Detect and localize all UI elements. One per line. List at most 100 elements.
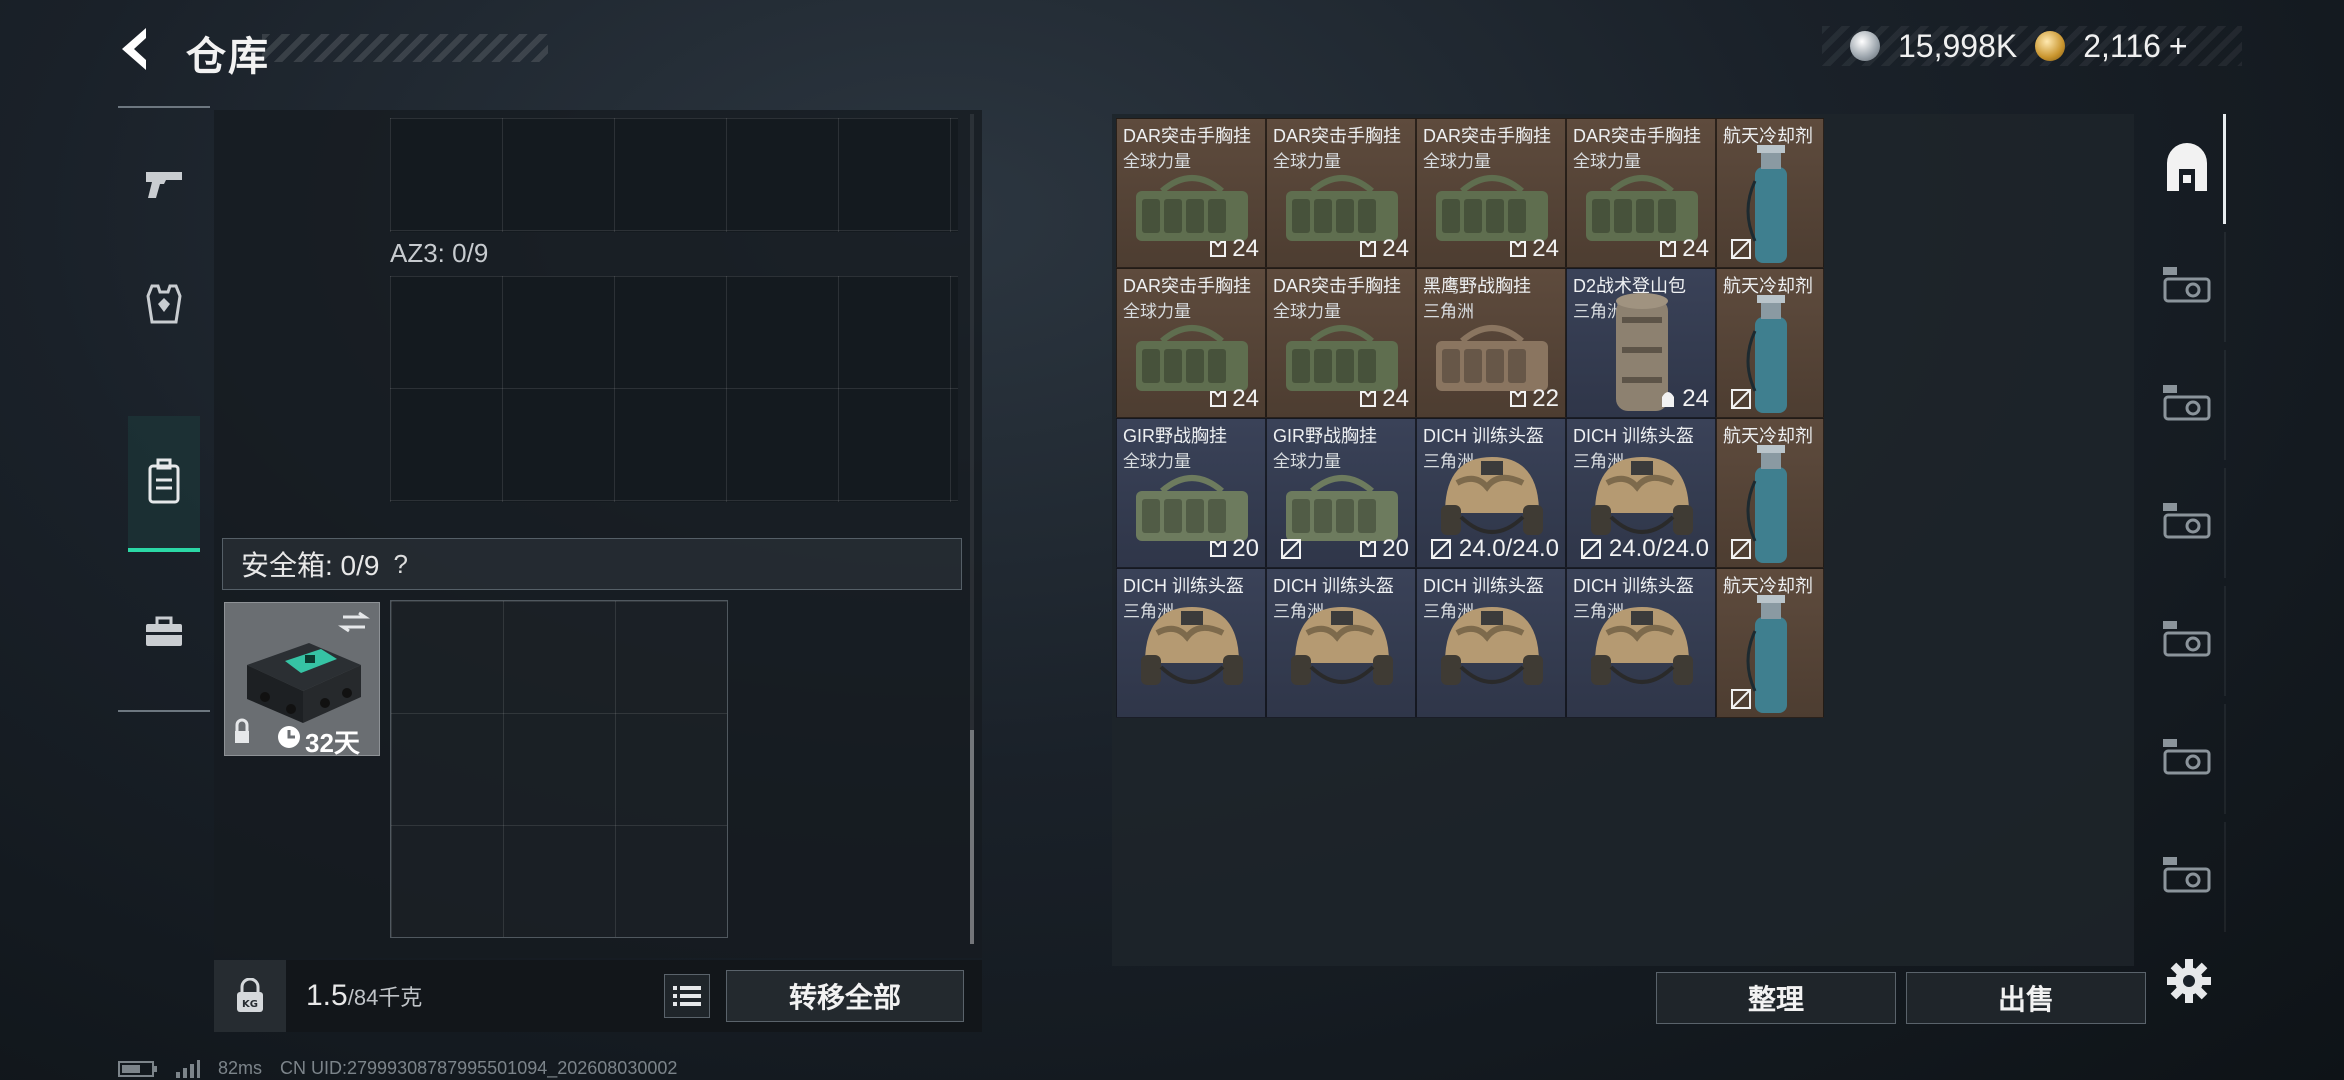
bound-icon bbox=[1662, 392, 1675, 407]
svg-text:KG: KG bbox=[242, 999, 258, 1010]
battery-icon bbox=[118, 1060, 157, 1077]
weight-lock-icon[interactable]: KG bbox=[214, 960, 286, 1032]
inventory-item[interactable]: DAR突击手胸挂 全球力量 24 bbox=[1116, 268, 1266, 418]
item-stat-value: 24 bbox=[1382, 235, 1409, 262]
capacity-icon bbox=[1510, 391, 1527, 407]
capacity-icon bbox=[1360, 541, 1377, 557]
item-stat-value: 20 bbox=[1232, 535, 1259, 562]
safe-box-grid[interactable] bbox=[390, 600, 728, 938]
back-button[interactable] bbox=[112, 22, 160, 76]
item-name: DAR突击手胸挂 bbox=[1423, 126, 1552, 146]
item-stat: 24.0/24.0 bbox=[1459, 535, 1559, 563]
category-V[interactable] bbox=[2150, 350, 2226, 460]
sort-button[interactable]: 整理 bbox=[1656, 972, 1896, 1024]
nav-backpack[interactable] bbox=[128, 416, 200, 552]
signal-icon bbox=[176, 1059, 200, 1078]
inventory-item[interactable]: DAR突击手胸挂 全球力量 24 bbox=[1566, 118, 1716, 268]
item-name: DAR突击手胸挂 bbox=[1273, 126, 1402, 146]
nav-armor[interactable] bbox=[128, 268, 200, 340]
inventory-item[interactable]: DICH 训练头盔 三角洲 bbox=[1116, 568, 1266, 718]
sell-button[interactable]: 出售 bbox=[1906, 972, 2146, 1024]
item-stat: 24 bbox=[1208, 235, 1259, 263]
inventory-item[interactable]: 航天冷却剂 bbox=[1716, 418, 1824, 568]
item-name: DAR突击手胸挂 bbox=[1573, 126, 1702, 146]
item-name: GIR野战胸挂 bbox=[1273, 426, 1378, 446]
gold-amount: 2,116 bbox=[2083, 27, 2161, 64]
item-stat: 24.0/24.0 bbox=[1609, 535, 1709, 563]
helmet-icon bbox=[1141, 607, 1243, 685]
item-stat: 20 bbox=[1208, 535, 1259, 563]
item-stat-value: 22 bbox=[1532, 385, 1559, 412]
item-name: 黑鹰野战胸挂 bbox=[1423, 276, 1531, 296]
transfer-all-button[interactable]: 转移全部 bbox=[726, 970, 964, 1022]
add-currency-button[interactable]: + bbox=[2169, 28, 2188, 65]
item-stat-value: 24.0/24.0 bbox=[1608, 535, 1709, 562]
item-stat-value: 24 bbox=[1532, 235, 1559, 262]
nav-case[interactable] bbox=[128, 596, 200, 668]
category-IV-2[interactable] bbox=[2150, 586, 2226, 696]
inventory-item[interactable]: DAR突击手胸挂 全球力量 24 bbox=[1116, 118, 1266, 268]
item-image bbox=[1427, 593, 1557, 708]
category-all[interactable] bbox=[2150, 114, 2226, 224]
weight-bar: KG 1.5/84千克 转移全部 bbox=[214, 960, 982, 1032]
safe-box-item[interactable]: 32天 bbox=[224, 602, 380, 758]
inventory-item[interactable]: 黑鹰野战胸挂 三角洲 22 bbox=[1416, 268, 1566, 418]
category-III-2[interactable] bbox=[2150, 704, 2226, 814]
armor-tier-icon bbox=[2163, 385, 2211, 421]
inventory-item[interactable]: GIR野战胸挂 全球力量 20 bbox=[1266, 418, 1416, 568]
capacity-icon bbox=[1360, 391, 1377, 407]
left-scroll-thumb[interactable] bbox=[970, 730, 974, 944]
inventory-item[interactable]: DICH 训练头盔 三角洲 bbox=[1266, 568, 1416, 718]
inventory-item[interactable]: DICH 训练头盔 三角洲 24.0/24.0 bbox=[1416, 418, 1566, 568]
item-name: DAR突击手胸挂 bbox=[1123, 276, 1252, 296]
settings-button[interactable] bbox=[2164, 956, 2214, 1006]
item-stat-value: 24 bbox=[1682, 235, 1709, 262]
helmet-icon bbox=[1291, 607, 1393, 685]
gold-coin-icon bbox=[2035, 31, 2066, 61]
capacity-icon bbox=[1210, 391, 1227, 407]
az-container-label: AZ3: 0/9 bbox=[390, 238, 489, 268]
inventory-item[interactable]: DAR突击手胸挂 全球力量 24 bbox=[1266, 118, 1416, 268]
item-stat-value: 20 bbox=[1382, 535, 1409, 562]
no-trade-marker bbox=[1729, 687, 1753, 711]
inventory-grid: DAR突击手胸挂 全球力量 24 DAR突击手胸挂 全球力量 24 DAR突击手胸挂 全球… bbox=[1116, 118, 2130, 958]
nav-weapons[interactable] bbox=[128, 148, 200, 220]
left-category-nav bbox=[118, 106, 210, 712]
silver-amount: 15,998K bbox=[1898, 27, 2018, 64]
no-trade-marker bbox=[1729, 537, 1753, 561]
inventory-item[interactable]: DICH 训练头盔 三角洲 bbox=[1416, 568, 1566, 718]
safe-box-header: 安全箱: 0/9 ? bbox=[222, 538, 962, 590]
ping-text: 82ms bbox=[218, 1058, 263, 1078]
inventory-item[interactable]: DICH 训练头盔 三角洲 bbox=[1566, 568, 1716, 718]
no-trade-icon bbox=[1731, 389, 1751, 409]
inventory-item[interactable]: D2战术登山包 三角洲 24 bbox=[1566, 268, 1716, 418]
armor-tier-icon bbox=[2163, 739, 2211, 775]
item-stat-value: 24 bbox=[1232, 235, 1259, 262]
az-container-grid[interactable] bbox=[390, 276, 958, 502]
item-name: DAR突击手胸挂 bbox=[1273, 276, 1402, 296]
help-icon[interactable]: ? bbox=[393, 549, 407, 580]
inventory-item[interactable]: DICH 训练头盔 三角洲 24.0/24.0 bbox=[1566, 418, 1716, 568]
list-view-button[interactable] bbox=[664, 974, 710, 1018]
briefcase-icon bbox=[146, 616, 182, 646]
inventory-item[interactable]: 航天冷却剂 bbox=[1716, 118, 1824, 268]
item-stat: 22 bbox=[1508, 385, 1559, 413]
category-III-3[interactable] bbox=[2150, 822, 2226, 932]
category-III-1[interactable] bbox=[2150, 232, 2226, 342]
inventory-item[interactable]: DAR突击手胸挂 全球力量 24 bbox=[1266, 268, 1416, 418]
item-image bbox=[1127, 593, 1257, 708]
inventory-item[interactable]: GIR野战胸挂 全球力量 20 bbox=[1116, 418, 1266, 568]
no-trade-marker bbox=[1729, 387, 1753, 411]
no-trade-icon bbox=[1731, 689, 1751, 709]
category-IV-1[interactable] bbox=[2150, 468, 2226, 578]
no-trade-icon bbox=[1731, 539, 1751, 559]
item-name: GIR野战胸挂 bbox=[1123, 426, 1228, 446]
item-stat: 24 bbox=[1208, 385, 1259, 413]
uid-text: CN UID:27999308787995501094_202608030002 bbox=[280, 1058, 678, 1078]
inventory-item[interactable]: 航天冷却剂 bbox=[1716, 568, 1824, 718]
helmet-icon bbox=[1591, 607, 1693, 685]
helmet-icon bbox=[1441, 607, 1543, 685]
inventory-item[interactable]: 航天冷却剂 bbox=[1716, 268, 1824, 418]
no-trade-marker bbox=[1579, 537, 1603, 561]
inventory-item[interactable]: DAR突击手胸挂 全球力量 24 bbox=[1416, 118, 1566, 268]
